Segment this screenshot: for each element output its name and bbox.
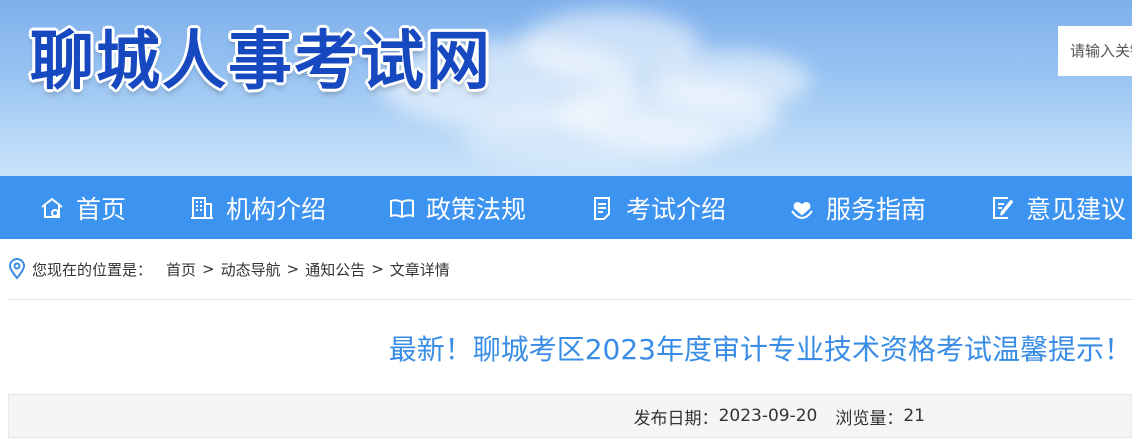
nav-item-home[interactable]: 首页 <box>38 176 126 239</box>
nav-item-policy[interactable]: 政策法规 <box>388 176 526 239</box>
search-input[interactable] <box>1058 26 1132 76</box>
publish-date-value: 2023-09-20 <box>718 406 818 426</box>
publish-date-label: 发布日期： <box>633 408 719 429</box>
nav-label: 机构介绍 <box>226 194 327 224</box>
building-icon <box>191 196 213 219</box>
header-banner: 聊城人事考试网 <box>0 0 1132 176</box>
article-meta-bar: 发布日期： 2023-09-20 浏览量： 21 <box>8 394 1132 438</box>
breadcrumb-link-notice[interactable]: 通知公告 <box>305 259 365 280</box>
breadcrumb-separator: > <box>286 260 300 278</box>
home-icon <box>41 197 63 218</box>
breadcrumb-current-article[interactable]: 文章详情 <box>390 259 450 280</box>
nav-item-exam-intro[interactable]: 考试介绍 <box>588 176 726 239</box>
view-count-label: 浏览量： <box>835 408 904 429</box>
nav-item-institution[interactable]: 机构介绍 <box>188 176 326 239</box>
breadcrumb: 您现在的位置是： 首页 > 动态导航 > 通知公告 > 文章详情 <box>8 239 1132 300</box>
nav-item-service-guide[interactable]: 服务指南 <box>788 176 926 239</box>
location-pin-icon <box>8 258 26 280</box>
breadcrumb-link-dynamic-nav[interactable]: 动态导航 <box>221 259 281 280</box>
book-icon <box>390 198 414 218</box>
cloud-decoration <box>460 110 720 170</box>
view-count-value: 21 <box>903 406 925 426</box>
cloud-decoration <box>650 50 810 110</box>
breadcrumb-link-home[interactable]: 首页 <box>166 259 196 280</box>
nav-item-feedback[interactable]: 意见建议 <box>988 176 1126 239</box>
breadcrumb-prefix: 您现在的位置是： <box>32 260 153 279</box>
breadcrumb-separator: > <box>371 260 384 278</box>
nav-label: 考试介绍 <box>626 194 727 224</box>
nav-label: 服务指南 <box>826 194 927 224</box>
document-icon <box>594 196 610 220</box>
site-logo-title[interactable]: 聊城人事考试网 <box>30 10 492 102</box>
edit-icon <box>993 196 1014 219</box>
article-title: 最新！聊城考区2023年度审计专业技术资格考试温馨提示！ <box>388 333 1132 366</box>
nav-label: 政策法规 <box>426 194 527 224</box>
nav-label: 意见建议 <box>1026 194 1127 224</box>
heart-hand-icon <box>791 201 813 219</box>
main-nav: 首页 机构介绍 政策法规 考试介绍 服务指南 意见建议 <box>0 176 1132 239</box>
breadcrumb-separator: > <box>202 260 215 278</box>
nav-label: 首页 <box>76 194 127 224</box>
